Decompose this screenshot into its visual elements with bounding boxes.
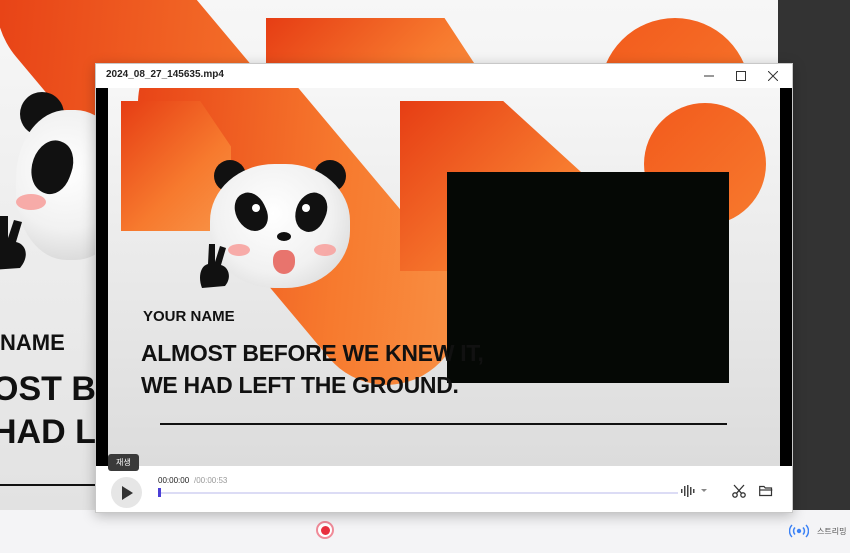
stream-broadcast-icon[interactable]	[789, 523, 809, 539]
maximize-button[interactable]	[725, 64, 757, 88]
play-tooltip: 재생	[108, 454, 139, 471]
playback-controls: 00:00:00 /00:00:53	[96, 466, 792, 512]
panda-illustration	[198, 160, 358, 295]
video-headline-line1: ALMOST BEFORE WE KNEW IT,	[141, 340, 484, 366]
close-button[interactable]	[757, 64, 789, 88]
minimize-button[interactable]	[693, 64, 725, 88]
record-dot-icon	[320, 525, 330, 535]
bg-headline-line1: OST BI	[0, 370, 106, 408]
player-titlebar[interactable]: 2024_08_27_145635.mp4	[96, 64, 792, 88]
total-time: /00:00:53	[194, 476, 228, 485]
trim-button[interactable]	[729, 481, 749, 501]
play-icon	[121, 485, 133, 500]
play-button[interactable]	[111, 477, 142, 508]
open-folder-button[interactable]	[756, 481, 776, 501]
audio-waveform-button[interactable]	[679, 483, 709, 499]
bg-name-text: NAME	[0, 330, 65, 355]
bottom-toolbar	[0, 510, 850, 553]
scissors-icon	[732, 484, 746, 498]
folder-icon	[759, 485, 773, 497]
current-time: 00:00:00	[158, 476, 190, 485]
stream-label[interactable]: 스트리밍	[817, 526, 846, 537]
bg-divider-line	[0, 484, 95, 486]
close-icon	[768, 71, 778, 81]
video-divider-line	[160, 423, 727, 425]
video-black-overlay	[447, 172, 729, 383]
chevron-down-icon	[700, 489, 707, 492]
video-name-label: YOUR NAME	[143, 308, 235, 325]
minimize-icon	[704, 75, 714, 77]
bg-panda-illustration	[0, 92, 126, 272]
progress-thumb[interactable]	[158, 488, 161, 497]
window-title: 2024_08_27_145635.mp4	[106, 69, 224, 80]
waveform-icon	[680, 485, 694, 497]
video-viewport[interactable]: YOUR NAME ALMOST BEFORE WE KNEW IT, WE H…	[96, 88, 792, 466]
maximize-icon	[736, 71, 746, 81]
video-frame: YOUR NAME ALMOST BEFORE WE KNEW IT, WE H…	[108, 88, 780, 466]
video-headline-line2: WE HAD LEFT THE GROUND.	[141, 372, 459, 398]
record-button[interactable]	[316, 521, 334, 539]
video-player-window: 2024_08_27_145635.mp4 YOUR NAME ALMOST B…	[95, 63, 793, 513]
progress-track[interactable]	[158, 492, 678, 494]
